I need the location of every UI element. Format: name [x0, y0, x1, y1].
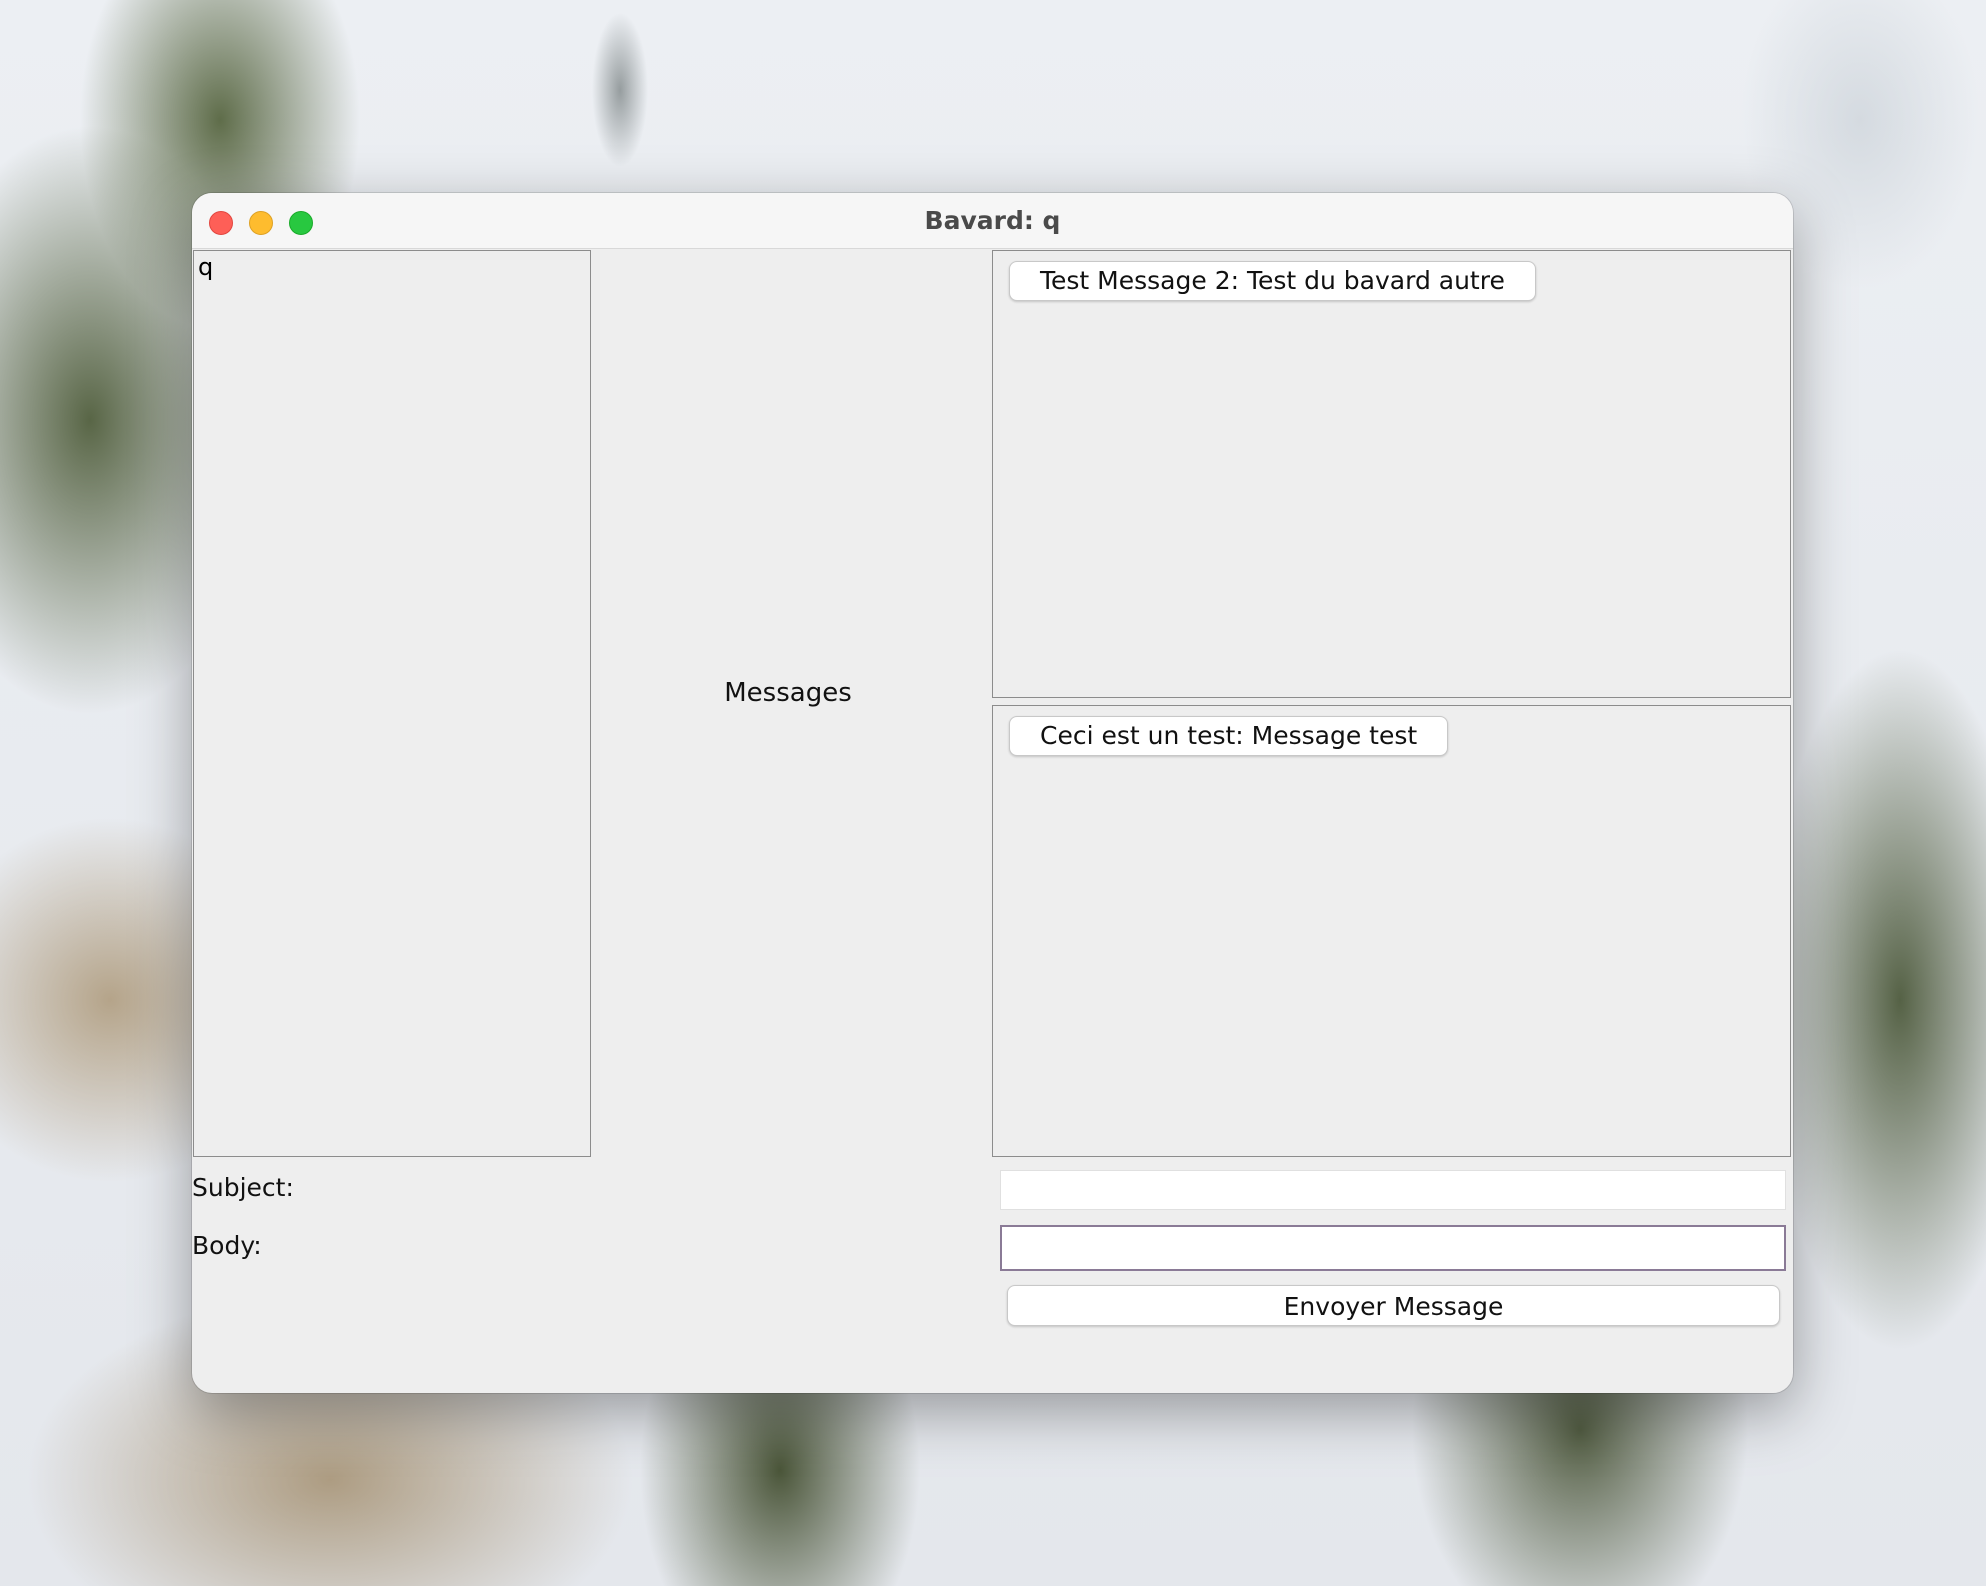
message-button[interactable]: Test Message 2: Test du bavard autre [1009, 261, 1536, 301]
send-message-button[interactable]: Envoyer Message [1007, 1285, 1780, 1326]
body-label: Body: [192, 1231, 262, 1260]
message-button[interactable]: Ceci est un test: Message test [1009, 716, 1449, 756]
body-input[interactable] [1000, 1225, 1786, 1271]
subject-label: Subject: [192, 1173, 294, 1202]
message-panel: Ceci est un test: Message test [992, 705, 1791, 1157]
app-window: Bavard: q q Messages Test Message 2: Tes… [192, 193, 1793, 1393]
window-title: Bavard: q [924, 206, 1061, 235]
desktop-wallpaper-detail [560, 0, 720, 210]
user-list-item[interactable]: q [198, 253, 213, 281]
title-bar[interactable]: Bavard: q [192, 193, 1793, 249]
subject-input[interactable] [1000, 1170, 1786, 1210]
messages-label: Messages [724, 678, 852, 708]
message-panel: Test Message 2: Test du bavard autre [992, 250, 1791, 698]
user-list[interactable]: q [193, 250, 591, 1157]
